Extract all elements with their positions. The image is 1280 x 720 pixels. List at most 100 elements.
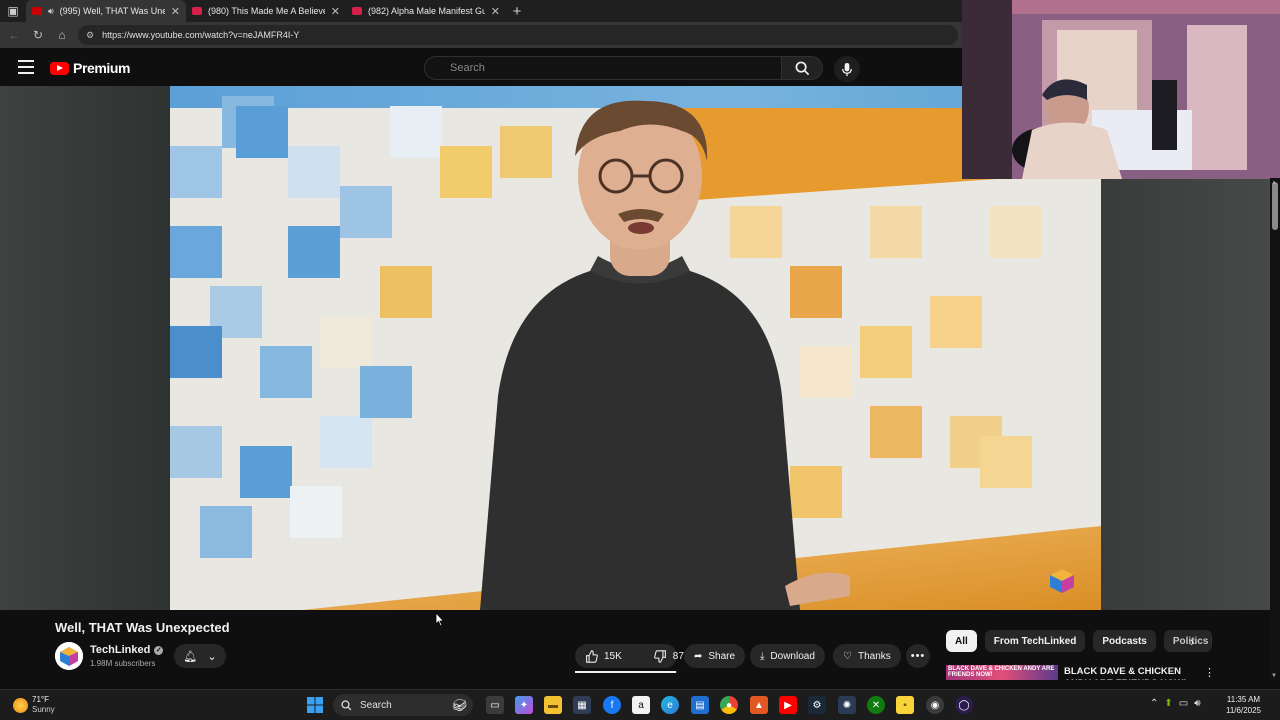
back-icon[interactable]: ← [6, 27, 22, 43]
speaker-icon[interactable]: 🔊︎ [48, 6, 54, 17]
chip-podcasts[interactable]: Podcasts [1093, 630, 1156, 652]
sticky-notes-icon[interactable]: ▪ [896, 696, 914, 714]
warning-app-icon[interactable]: ▲ [750, 696, 768, 714]
thumbs-down-icon [653, 649, 666, 663]
home-icon[interactable]: ⌂ [54, 27, 70, 43]
network-icon[interactable]: ▭ [1179, 698, 1188, 709]
recommendation-chips: All From TechLinked Podcasts Politics N [946, 630, 1212, 652]
new-tab-button[interactable]: + [506, 3, 528, 20]
scroll-up-icon[interactable]: ▲ [1271, 180, 1277, 186]
kebab-menu-icon[interactable]: ⋮ [1204, 666, 1215, 679]
logo-text: Premium [73, 60, 131, 76]
scroll-down-icon[interactable]: ▼ [1271, 673, 1277, 679]
player-ambient-left [0, 86, 170, 610]
like-count: 15K [604, 650, 622, 662]
file-explorer-icon[interactable]: ▬ [544, 696, 562, 714]
chip-from-techlinked[interactable]: From TechLinked [984, 630, 1086, 652]
search-button[interactable] [781, 56, 823, 80]
tab-title: (980) This Made Me A Believer in [208, 6, 325, 16]
search-highlight-icon: 🥪︎ [451, 698, 467, 712]
thanks-button[interactable]: ♡ Thanks [833, 644, 901, 668]
browser-tab-3[interactable]: (982) Alpha Male Manifest Guru F ✕ [346, 0, 506, 22]
volume-icon[interactable]: 🔊︎ [1194, 698, 1200, 709]
assistant-app-icon[interactable]: ◯ [955, 696, 973, 714]
channel-avatar[interactable] [55, 642, 83, 670]
bell-icon: 🔔︎ [183, 650, 198, 663]
youtube-premium-logo[interactable]: Premium [50, 60, 131, 76]
tab-actions-icon[interactable]: ▣ [0, 0, 26, 22]
chevron-down-icon: ⌄ [207, 650, 217, 663]
url-field[interactable]: ⚙︎ https://www.youtube.com/watch?v=neJAM… [78, 25, 958, 45]
youtube-favicon-icon [352, 7, 362, 15]
youtube-favicon-icon [192, 7, 202, 15]
download-button[interactable]: ⤓ Download [750, 644, 825, 668]
weather-condition: Sunny [32, 705, 55, 714]
browser-tab-1[interactable]: 🔊︎ (995) Well, THAT Was Unexpe ✕ [26, 0, 186, 22]
page-scrollbar[interactable] [1270, 178, 1280, 680]
chip-all[interactable]: All [946, 630, 977, 652]
thanks-label: Thanks [857, 650, 891, 662]
super-thanks-icon: ♡ [843, 650, 852, 662]
browser-tab-2[interactable]: (980) This Made Me A Believer in ✕ [186, 0, 346, 22]
facebook-icon[interactable]: f [603, 696, 621, 714]
edge-browser-icon[interactable]: e [661, 696, 679, 714]
search-icon [795, 61, 809, 75]
chip-politics[interactable]: Politics N [1163, 630, 1212, 652]
clock-time: 11:35 AM [1226, 695, 1261, 704]
search-input[interactable]: Search [424, 56, 782, 80]
steam-icon[interactable]: ⚙︎ [808, 696, 826, 714]
voice-search-button[interactable] [834, 56, 860, 82]
obs-icon[interactable]: ◉ [926, 696, 944, 714]
like-dislike-group: 15K 87 [575, 644, 684, 668]
hamburger-menu-icon[interactable] [18, 60, 34, 74]
chevron-right-icon[interactable]: › [1190, 634, 1194, 649]
amazon-icon[interactable]: a [632, 696, 650, 714]
xbox-icon[interactable]: ✕ [867, 696, 885, 714]
subscription-bell-button[interactable]: 🔔︎ ⌄ [174, 644, 226, 668]
dislike-count: 87 [672, 650, 684, 662]
close-tab-icon[interactable]: ✕ [491, 5, 500, 18]
task-view-icon[interactable]: ▭ [486, 696, 504, 714]
youtube-play-icon [50, 61, 69, 75]
reload-icon[interactable]: ↻ [30, 27, 46, 43]
weather-widget[interactable]: 71°F Sunny [13, 695, 55, 715]
microsoft-store-icon[interactable]: ▦ [573, 696, 591, 714]
webcam-overlay [962, 0, 1280, 179]
taskbar-search-label: Search [360, 699, 392, 711]
close-tab-icon[interactable]: ✕ [331, 5, 340, 18]
like-ratio-bar [575, 671, 677, 673]
app-icon-star[interactable]: ✺ [838, 696, 856, 714]
channel-watermark-icon[interactable] [1049, 568, 1075, 594]
clock-date: 11/6/2025 [1226, 706, 1261, 715]
webcam-scene [962, 0, 1280, 179]
chrome-icon[interactable]: ● [720, 696, 738, 714]
video-title: Well, THAT Was Unexpected [55, 620, 230, 635]
youtube-app-icon[interactable]: ▶ [779, 696, 797, 714]
copilot-icon[interactable]: ✦ [515, 696, 533, 714]
recommended-video-thumbnail[interactable]: BLACK DAVE & CHICKEN ANDY ARE FRIENDS NO… [946, 665, 1058, 680]
like-button[interactable]: 15K [575, 644, 632, 668]
video-details: Well, THAT Was Unexpected TechLinked ✓ 1… [0, 610, 1270, 680]
recommended-video-title[interactable]: BLACK DAVE & CHICKEN ANDY ARE FRIENDS NO… [1064, 666, 1204, 680]
taskbar-search[interactable]: Search 🥪︎ [333, 694, 473, 716]
channel-name[interactable]: TechLinked ✓ [90, 644, 164, 656]
scrollbar-thumb[interactable] [1272, 182, 1278, 230]
windows-start-icon[interactable] [306, 696, 324, 714]
nvidia-icon[interactable]: ⬆︎ [1164, 698, 1172, 709]
share-button[interactable]: ➦ Share [684, 644, 746, 668]
thumbnail-text: BLACK DAVE & CHICKEN ANDY ARE FRIENDS NO… [948, 666, 1055, 678]
url-text: https://www.youtube.com/watch?v=neJAMFR4… [102, 30, 300, 40]
verified-icon: ✓ [154, 645, 164, 655]
windows-taskbar: 71°F Sunny Search 🥪︎ ▭ ✦ ▬ ▦ f a e ▤ ● ▲… [0, 689, 1280, 720]
mouse-cursor-icon [435, 612, 445, 627]
more-actions-button[interactable]: ••• [906, 644, 930, 668]
tab-title: (995) Well, THAT Was Unexpe [59, 6, 165, 16]
presenter-figure [480, 100, 850, 610]
site-info-icon[interactable]: ⚙︎ [86, 30, 94, 41]
taskbar-clock[interactable]: 11:35 AM 11/6/2025 [1226, 694, 1261, 716]
calculator-icon[interactable]: ▤ [691, 696, 709, 714]
chevron-up-icon[interactable]: ⌃ [1150, 698, 1158, 709]
close-tab-icon[interactable]: ✕ [171, 5, 180, 18]
download-label: Download [770, 650, 815, 662]
share-icon: ➦ [694, 650, 703, 662]
